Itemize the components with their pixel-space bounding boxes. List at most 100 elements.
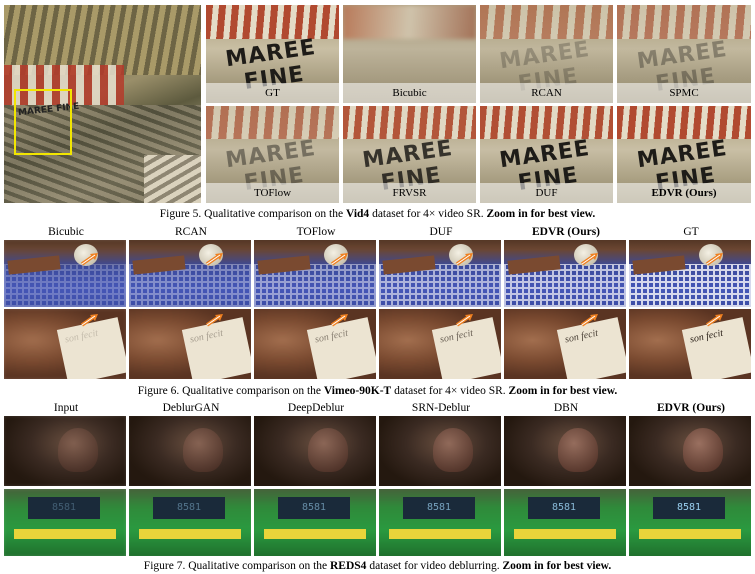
bus-display: 8581 [278, 497, 350, 519]
highlight-arrow-icon [455, 313, 475, 327]
figure-5-caption: Figure 5. Qualitative comparison on the … [0, 207, 755, 221]
vimeo-crop-card: son fecit [129, 309, 251, 379]
bus-display: 8581 [403, 497, 475, 519]
label-frvsr: FRVSR [343, 183, 476, 203]
reds4-crop-pottery [4, 416, 126, 486]
col-label-deblurgan: DeblurGAN [162, 402, 220, 414]
col-label-deepdeblur: DeepDeblur [287, 402, 345, 414]
col-label-gt: GT [683, 226, 699, 238]
highlight-arrow-icon [705, 252, 725, 266]
bus-number: 8581 [676, 502, 702, 513]
bus-number: 8581 [551, 502, 577, 513]
vimeo-crop-tablecloth [379, 240, 501, 307]
caption-dataset: Vimeo-90K-T [323, 385, 392, 397]
bus-yellow-stripe [264, 529, 366, 539]
label-edvr: EDVR (Ours) [617, 183, 751, 203]
reds4-crop-bus: 8581 [254, 489, 376, 556]
bus-number: 8581 [51, 502, 77, 513]
col-label-toflow: TOFlow [296, 226, 336, 238]
vimeo-crop-tablecloth [4, 240, 126, 307]
caption-text: dataset for 4× video SR. [369, 208, 487, 220]
highlight-arrow-icon [330, 252, 350, 266]
label-bicubic: Bicubic [343, 83, 476, 103]
highlight-arrow-icon [80, 313, 100, 327]
crop-rcan: MAREE FINE RCAN [480, 5, 613, 103]
crop-duf: MAREE FINE DUF [480, 106, 613, 203]
bus-number: 8581 [301, 502, 327, 513]
bus-display: 8581 [153, 497, 225, 519]
vimeo-crop-tablecloth [129, 240, 251, 307]
bus-display: 8581 [28, 497, 100, 519]
col-label-input: Input [53, 402, 79, 414]
bus-display: 8581 [528, 497, 600, 519]
caption-dataset: REDS4 [330, 560, 367, 572]
bus-number: 8581 [426, 502, 452, 513]
vid4-overview-image: MAREE FINE [4, 5, 201, 203]
crop-frvsr: MAREE FINE FRVSR [343, 106, 476, 203]
caption-emphasis: Zoom in for best view. [508, 385, 618, 397]
reds4-crop-pottery [254, 416, 376, 486]
caption-text: Figure 7. Qualitative comparison on the [143, 560, 330, 572]
reds4-crop-bus: 8581 [379, 489, 501, 556]
vimeo-crop-card: son fecit [629, 309, 751, 379]
figure-6-caption: Figure 6. Qualitative comparison on the … [0, 384, 755, 398]
vimeo-crop-card: son fecit [379, 309, 501, 379]
caption-text: Figure 6. Qualitative comparison on the [137, 385, 324, 397]
label-gt: GT [206, 83, 339, 103]
bus-yellow-stripe [14, 529, 116, 539]
vimeo-crop-card: son fecit [504, 309, 626, 379]
clay-pot [558, 428, 598, 472]
highlight-arrow-icon [705, 313, 725, 327]
reds4-crop-pottery [629, 416, 751, 486]
col-label-edvr: EDVR (Ours) [656, 402, 726, 414]
crop-gt: MAREE FINE GT [206, 5, 339, 103]
reds4-crop-bus: 8581 [504, 489, 626, 556]
caption-text: dataset for 4× video SR. [391, 385, 509, 397]
highlight-arrow-icon [455, 252, 475, 266]
col-label-bicubic: Bicubic [48, 226, 84, 238]
caption-emphasis: Zoom in for best view. [502, 560, 612, 572]
crop-toflow: MAREE FINE TOFlow [206, 106, 339, 203]
bus-yellow-stripe [389, 529, 491, 539]
vimeo-crop-card: son fecit [254, 309, 376, 379]
vimeo-crop-tablecloth [629, 240, 751, 307]
crop-spmc: MAREE FINE SPMC [617, 5, 751, 103]
highlight-arrow-icon [80, 252, 100, 266]
bus-yellow-stripe [139, 529, 241, 539]
col-label-edvr: EDVR (Ours) [531, 226, 601, 238]
bus-number: 8581 [176, 502, 202, 513]
reds4-crop-bus: 8581 [129, 489, 251, 556]
col-label-duf: DUF [429, 226, 453, 238]
label-rcan: RCAN [480, 83, 613, 103]
figure-7-caption: Figure 7. Qualitative comparison on the … [0, 559, 755, 573]
clay-pot [58, 428, 98, 472]
col-label-dbn: DBN [553, 402, 579, 414]
reds4-crop-pottery [129, 416, 251, 486]
col-label-rcan: RCAN [175, 226, 207, 238]
crop-edvr: MAREE FINE EDVR (Ours) [617, 106, 751, 203]
clay-pot [683, 428, 723, 472]
label-duf: DUF [480, 183, 613, 203]
caption-emphasis: Zoom in for best view. [486, 208, 596, 220]
crop-bicubic: Bicubic [343, 5, 476, 103]
clay-pot [308, 428, 348, 472]
bus-display: 8581 [653, 497, 725, 519]
clay-pot [183, 428, 223, 472]
reds4-crop-bus: 8581 [4, 489, 126, 556]
caption-text: dataset for video deblurring. [366, 560, 503, 572]
reds4-crop-pottery [504, 416, 626, 486]
vimeo-crop-card: son fecit [4, 309, 126, 379]
highlight-arrow-icon [330, 313, 350, 327]
col-label-srn-deblur: SRN-Deblur [411, 402, 471, 414]
caption-text: Figure 5. Qualitative comparison on the [159, 208, 346, 220]
highlight-arrow-icon [580, 252, 600, 266]
bus-yellow-stripe [639, 529, 741, 539]
reds4-crop-bus: 8581 [629, 489, 751, 556]
bus-yellow-stripe [514, 529, 616, 539]
highlight-arrow-icon [205, 252, 225, 266]
label-spmc: SPMC [617, 83, 751, 103]
highlight-arrow-icon [580, 313, 600, 327]
reds4-crop-pottery [379, 416, 501, 486]
vimeo-crop-tablecloth [504, 240, 626, 307]
highlight-arrow-icon [205, 313, 225, 327]
